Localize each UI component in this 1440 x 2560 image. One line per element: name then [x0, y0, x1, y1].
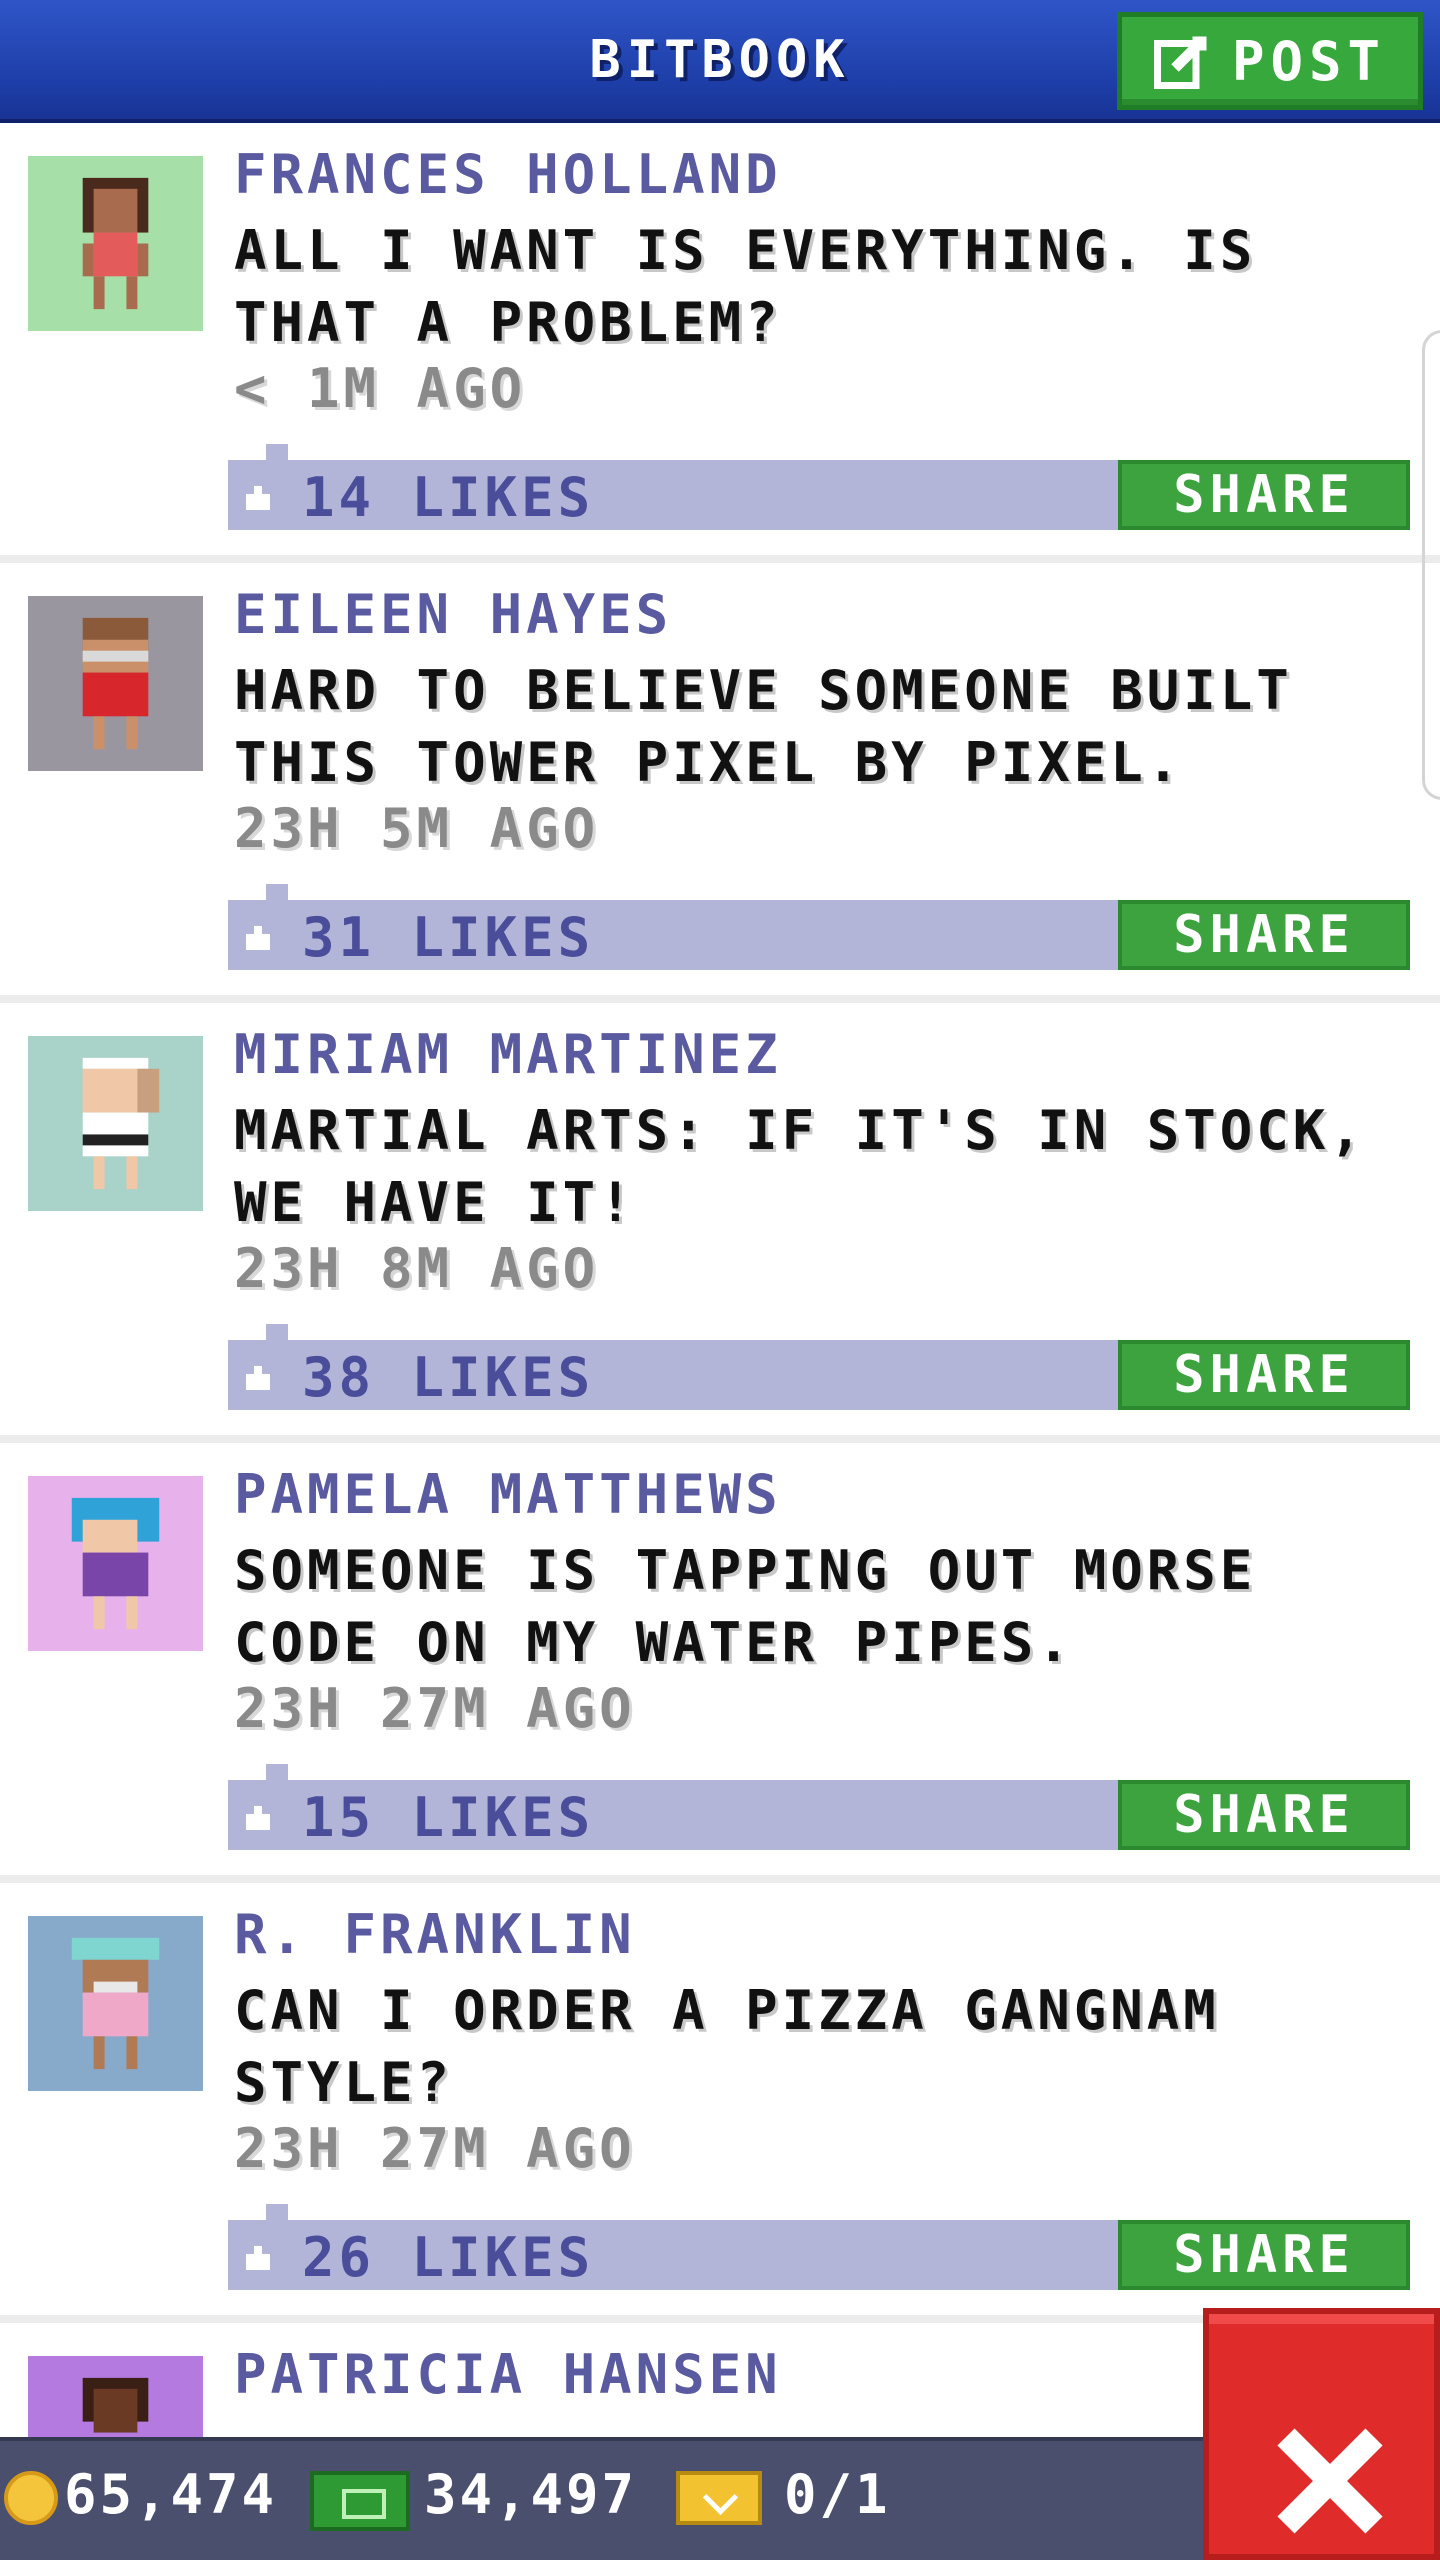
- cash-icon: [310, 2471, 410, 2531]
- post-message: CAN I ORDER A PIZZA GANGNAM STYLE?: [234, 1979, 1220, 2114]
- share-button[interactable]: SHARE: [1118, 460, 1410, 530]
- like-count: 15 LIKES: [302, 1786, 595, 1849]
- post-author: PATRICIA HANSEN: [234, 2343, 782, 2406]
- like-bar[interactable]: 26 LIKES SHARE: [228, 2204, 1410, 2290]
- like-icon: [246, 926, 270, 950]
- post-button[interactable]: POST: [1117, 12, 1423, 110]
- coin-count: 65,474: [64, 2463, 278, 2526]
- like-count: 31 LIKES: [302, 906, 595, 969]
- post-time: < 1M AGO: [234, 357, 527, 420]
- like-icon: [246, 486, 270, 510]
- share-button[interactable]: SHARE: [1118, 900, 1410, 970]
- person-avatar-icon: [71, 1937, 160, 2070]
- like-icon: [246, 1806, 270, 1830]
- avatar[interactable]: [28, 1036, 203, 1211]
- person-avatar-icon: [82, 177, 149, 310]
- feed-post: R. FRANKLIN CAN I ORDER A PIZZA GANGNAM …: [0, 1883, 1440, 2323]
- like-bar[interactable]: 15 LIKES SHARE: [228, 1764, 1410, 1850]
- post-author: FRANCES HOLLAND: [234, 143, 782, 206]
- ticket-count: 0/1: [784, 2463, 891, 2526]
- divider: [0, 1435, 1440, 1443]
- post-message: ALL I WANT IS EVERYTHING. IS THAT A PROB…: [234, 219, 1257, 354]
- post-message: HARD TO BELIEVE SOMEONE BUILT THIS TOWER…: [234, 659, 1293, 794]
- share-button[interactable]: SHARE: [1118, 2220, 1410, 2290]
- header-bar: BITBOOK POST: [0, 0, 1440, 123]
- coin-icon: [4, 2471, 58, 2525]
- like-count: 14 LIKES: [302, 466, 595, 529]
- feed-post: EILEEN HAYES HARD TO BELIEVE SOMEONE BUI…: [0, 563, 1440, 1003]
- avatar[interactable]: [28, 156, 203, 331]
- person-avatar-icon: [82, 2377, 149, 2433]
- share-button[interactable]: SHARE: [1118, 1780, 1410, 1850]
- divider: [0, 995, 1440, 1003]
- like-bar[interactable]: 38 LIKES SHARE: [228, 1324, 1410, 1410]
- like-icon: [246, 1366, 270, 1390]
- post-time: 23H 27M AGO: [234, 1677, 636, 1740]
- divider: [0, 555, 1440, 563]
- feed-post: FRANCES HOLLAND ALL I WANT IS EVERYTHING…: [0, 123, 1440, 563]
- close-button[interactable]: [1203, 2308, 1440, 2560]
- person-avatar-icon: [71, 1497, 160, 1630]
- close-icon: [1277, 2428, 1383, 2534]
- like-bar[interactable]: 31 LIKES SHARE: [228, 884, 1410, 970]
- post-time: 23H 27M AGO: [234, 2117, 636, 2180]
- scrollbar[interactable]: [1422, 330, 1440, 800]
- compose-icon: [1153, 36, 1207, 89]
- person-avatar-icon: [82, 1057, 160, 1190]
- post-author: MIRIAM MARTINEZ: [234, 1023, 782, 1086]
- ticket-icon: [676, 2471, 762, 2525]
- post-time: 23H 8M AGO: [234, 1237, 600, 1300]
- like-icon: [246, 2246, 270, 2270]
- feed-post: MIRIAM MARTINEZ MARTIAL ARTS: IF IT'S IN…: [0, 1003, 1440, 1443]
- post-message: MARTIAL ARTS: IF IT'S IN STOCK, WE HAVE …: [234, 1099, 1366, 1234]
- like-bar[interactable]: 14 LIKES SHARE: [228, 444, 1410, 530]
- person-avatar-icon: [82, 617, 149, 750]
- post-author: PAMELA MATTHEWS: [234, 1463, 782, 1526]
- avatar[interactable]: [28, 1476, 203, 1651]
- like-count: 26 LIKES: [302, 2226, 595, 2289]
- divider: [0, 1875, 1440, 1883]
- post-author: EILEEN HAYES: [234, 583, 673, 646]
- avatar[interactable]: [28, 1916, 203, 2091]
- share-button[interactable]: SHARE: [1118, 1340, 1410, 1410]
- avatar[interactable]: [28, 596, 203, 771]
- post-button-label: POST: [1231, 29, 1387, 93]
- cash-count: 34,497: [424, 2463, 638, 2526]
- like-count: 38 LIKES: [302, 1346, 595, 1409]
- avatar[interactable]: [28, 2356, 203, 2437]
- post-message: SOMEONE IS TAPPING OUT MORSE CODE ON MY …: [234, 1539, 1257, 1674]
- post-time: 23H 5M AGO: [234, 797, 600, 860]
- post-author: R. FRANKLIN: [234, 1903, 636, 1966]
- feed-post: PAMELA MATTHEWS SOMEONE IS TAPPING OUT M…: [0, 1443, 1440, 1883]
